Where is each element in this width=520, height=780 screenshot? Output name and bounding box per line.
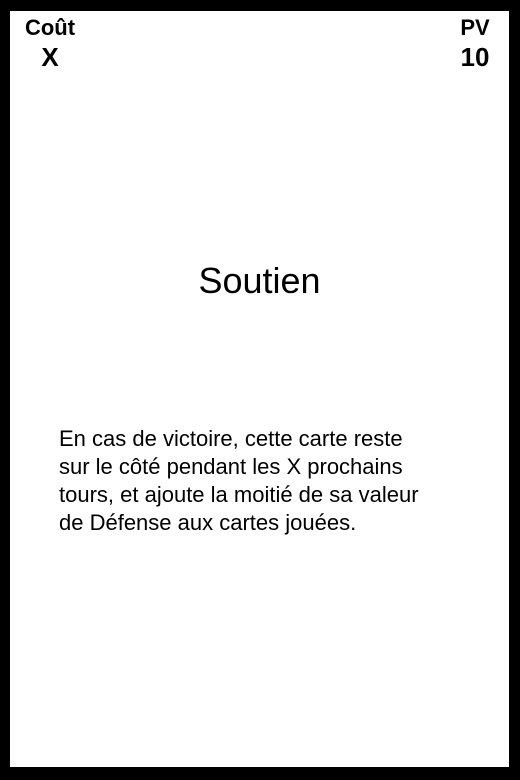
card-description: En cas de victoire, cette carte reste su… xyxy=(59,426,419,535)
cost-label: Coût xyxy=(24,15,76,40)
hp-value: 10 xyxy=(460,42,490,72)
cost-value: X xyxy=(41,42,59,72)
hp-label: PV xyxy=(460,15,490,40)
hp-stat: PV 10 xyxy=(455,15,495,72)
cost-stat: Coût X xyxy=(22,15,78,72)
game-card: Coût X PV 10 Soutien En cas de victoire,… xyxy=(10,11,509,767)
card-title: Soutien xyxy=(198,260,321,301)
